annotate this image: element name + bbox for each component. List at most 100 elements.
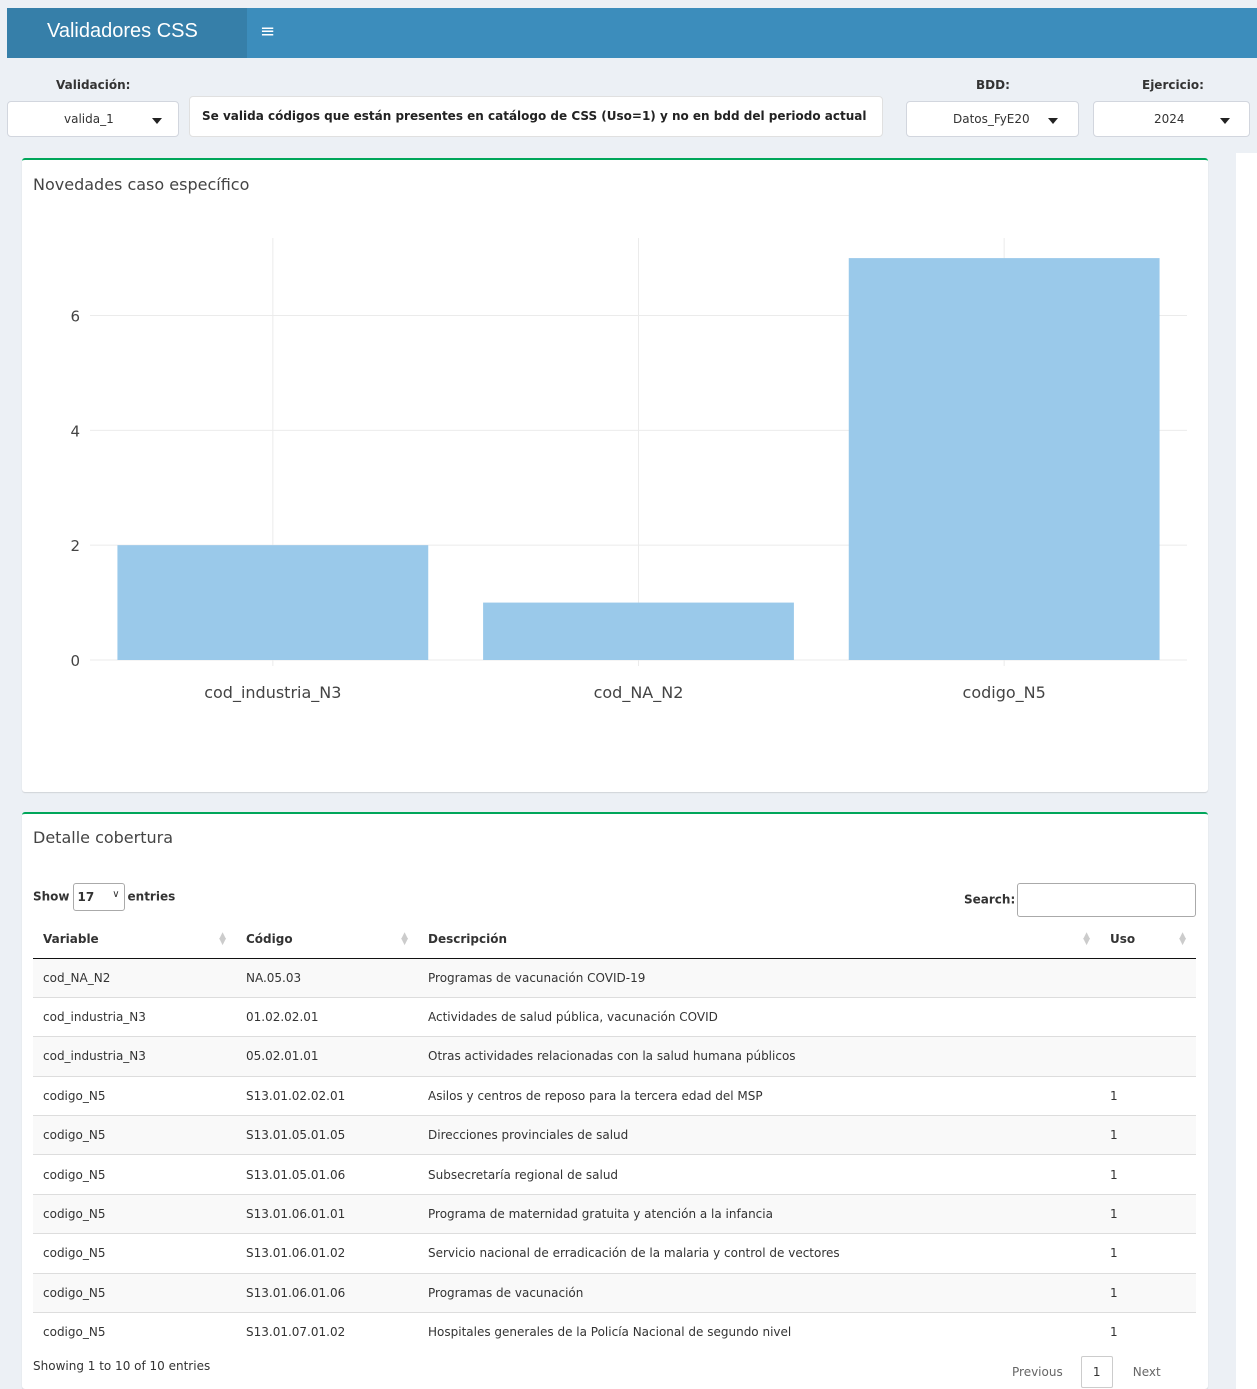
uso-cell: 1 [1100,1233,1196,1274]
bar [483,602,794,660]
bdd-label: BDD: [976,78,1010,92]
y-tick-label: 2 [70,537,80,555]
y-tick-label: 0 [70,652,80,670]
page-length-value: 17 [77,890,95,904]
ejercicio-select[interactable]: 2024 [1093,101,1250,137]
chart-box: Novedades caso específico 0 2 4 6 cod_indust… [22,158,1208,792]
table-row: codigo_N5 S13.01.05.01.06 Subsecretaría re… [33,1154,1196,1195]
variable-cell: codigo_N5 [33,1193,236,1234]
x-tick-label: codigo_N5 [963,683,1046,703]
caret-down-icon [152,118,162,124]
descripcion-cell: Actividades de salud pública, vacunación… [418,996,1100,1037]
bdd-value: Datos_FyE20 [953,112,1030,126]
codigo-cell: 05.02.01.01 [236,1036,418,1077]
uso-cell: 1 [1100,1193,1196,1234]
top-navbar: Validadores CSS ≡ [7,8,1257,58]
descripcion-cell: Programas de vacunación COVID-19 [418,957,1100,998]
descripcion-cell: Servicio nacional de erradicación de la … [418,1233,1100,1274]
uso-cell: 1 [1100,1154,1196,1195]
descripcion-cell: Programa de maternidad gratuita y atenci… [418,1193,1100,1234]
validation-description: Se valida códigos que están presentes en… [189,96,883,137]
sidebar-toggle-icon[interactable]: ≡ [260,22,276,42]
validacion-value: valida_1 [64,112,114,126]
page-length-select[interactable]: 17 ∨ [72,883,125,911]
y-tick-label: 4 [70,422,80,440]
ejercicio-label: Ejercicio: [1142,78,1204,92]
column-header-descripcion[interactable]: Descripción ▲ ▼ [418,921,1100,959]
codigo-cell: S13.01.06.01.06 [236,1272,418,1313]
table-row: codigo_N5 S13.01.05.01.05 Direcciones prov… [33,1115,1196,1155]
codigo-cell: NA.05.03 [236,957,418,998]
show-label: Show [33,889,70,904]
uso-cell: 1 [1100,1075,1196,1116]
codigo-cell: S13.01.06.01.02 [236,1233,418,1274]
bdd-select[interactable]: Datos_FyE20 [906,101,1079,137]
page-length-control: Show 17 ∨ entries [33,883,175,911]
bar [117,545,429,660]
variable-cell: codigo_N5 [33,1075,236,1116]
codigo-cell: S13.01.05.01.06 [236,1154,418,1195]
variable-cell: codigo_N5 [33,1233,236,1274]
entries-label: entries [127,889,176,904]
ejercicio-value: 2024 [1154,112,1185,126]
table-row: cod_NA_N2 NA.05.03 Programas de vacunación… [33,957,1196,998]
sort-icon: ▲ ▼ [219,931,226,947]
column-header-uso[interactable]: Uso ▲ ▼ [1100,921,1196,959]
pagination: Previous 1 Next [1012,1356,1161,1388]
y-tick-label: 6 [70,308,80,326]
caret-down-icon [1220,118,1230,124]
next-button[interactable]: Next [1133,1365,1161,1379]
sort-icon: ▲ ▼ [1083,931,1090,947]
validacion-select[interactable]: valida_1 [7,101,179,137]
uso-cell [1100,996,1196,1037]
table-row: cod_industria_N3 05.02.01.01 Otras activid… [33,1036,1196,1077]
validacion-label: Validación: [56,78,131,92]
descripcion-cell: Programas de vacunación [418,1272,1100,1313]
search-label: Search: [964,892,1016,907]
search-input[interactable] [1017,883,1197,917]
table-info: Showing 1 to 10 of 10 entries [33,1359,211,1373]
table-row: codigo_N5 S13.01.02.02.01 Asilos y centros… [33,1075,1196,1116]
descripcion-cell: Otras actividades relacionadas con la sa… [418,1036,1100,1077]
uso-cell [1100,1036,1196,1077]
x-tick-label: cod_NA_N2 [594,683,684,703]
right-panel-edge [1236,153,1257,1389]
variable-cell: codigo_N5 [33,1312,236,1352]
table-box: Detalle cobertura Show 17 ∨ entries Search:… [22,812,1208,1389]
codigo-cell: S13.01.06.01.01 [236,1193,418,1234]
coverage-table: Variable ▲ ▼ Código ▲ ▼ Descripción ▲ ▼ Uso ▲ ▼ … [33,921,1196,1352]
table-row: cod_industria_N3 01.02.02.01 Actividades d… [33,996,1196,1037]
bar-chart: 0 2 4 6 cod_industria_N3 cod_NA_N2 codigo_N5 [70,238,1187,703]
codigo-cell: 01.02.02.01 [236,996,418,1037]
codigo-cell: S13.01.07.01.02 [236,1312,418,1352]
caret-down-icon [1048,118,1058,124]
table-row: codigo_N5 S13.01.06.01.06 Programas de vac… [33,1272,1196,1313]
previous-button[interactable]: Previous [1012,1365,1063,1379]
table-header-row: Variable ▲ ▼ Código ▲ ▼ Descripción ▲ ▼ Uso ▲ ▼ [33,921,1196,959]
descripcion-cell: Direcciones provinciales de salud [418,1115,1100,1155]
variable-cell: codigo_N5 [33,1154,236,1195]
chevron-down-icon: ∨ [112,889,120,900]
uso-cell: 1 [1100,1272,1196,1313]
app-title: Validadores CSS [7,8,247,58]
column-header-variable[interactable]: Variable ▲ ▼ [33,921,236,959]
uso-cell: 1 [1100,1115,1196,1155]
descripcion-cell: Hospitales generales de la Policía Nacio… [418,1312,1100,1352]
bar [848,258,1160,660]
x-tick-label: cod_industria_N3 [204,683,341,703]
codigo-cell: S13.01.02.02.01 [236,1075,418,1116]
column-header-codigo[interactable]: Código ▲ ▼ [236,921,418,959]
descripcion-cell: Subsecretaría regional de salud [418,1154,1100,1195]
codigo-cell: S13.01.05.01.05 [236,1115,418,1155]
page-1-button[interactable]: 1 [1080,1356,1113,1388]
search-control: Search: [964,883,1197,917]
variable-cell: codigo_N5 [33,1115,236,1155]
variable-cell: cod_industria_N3 [33,996,236,1037]
variable-cell: cod_industria_N3 [33,1036,236,1077]
sort-icon: ▲ ▼ [401,931,408,947]
uso-cell: 1 [1100,1312,1196,1352]
descripcion-cell: Asilos y centros de reposo para la terce… [418,1075,1100,1116]
table-row: codigo_N5 S13.01.06.01.01 Programa de mate… [33,1193,1196,1234]
sort-icon: ▲ ▼ [1179,931,1186,947]
variable-cell: cod_NA_N2 [33,957,236,998]
